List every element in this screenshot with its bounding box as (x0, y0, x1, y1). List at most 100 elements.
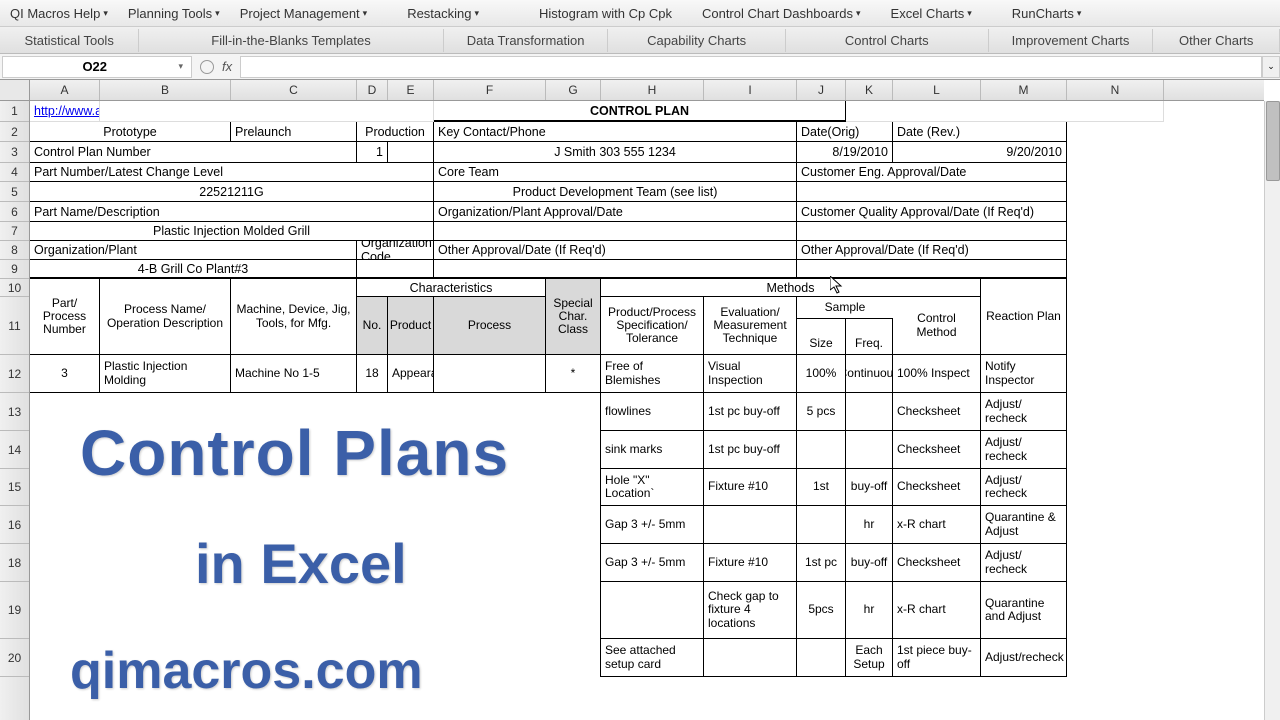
col-header-N[interactable]: N (1067, 80, 1164, 100)
cell-production[interactable]: Production (357, 122, 434, 142)
row-header-16[interactable]: 16 (0, 506, 29, 544)
th-special[interactable]: Special Char. Class (546, 279, 601, 355)
cell[interactable] (434, 506, 546, 544)
cell[interactable]: Fixture #10 (704, 544, 797, 582)
cell[interactable]: Quarantine & Adjust (981, 506, 1067, 544)
cell[interactable] (30, 393, 100, 431)
row-header-10[interactable]: 10 (0, 279, 29, 297)
cell[interactable] (797, 222, 1067, 241)
cell[interactable]: Adjust/ recheck (981, 544, 1067, 582)
col-header-I[interactable]: I (704, 80, 797, 100)
col-header-G[interactable]: G (546, 80, 601, 100)
cell[interactable] (357, 582, 388, 639)
cell-custqual[interactable]: Customer Quality Approval/Date (If Req'd… (797, 202, 1067, 222)
cell[interactable]: buy-off (846, 544, 893, 582)
cell[interactable] (388, 469, 434, 506)
cell[interactable] (231, 582, 357, 639)
cell[interactable] (434, 222, 797, 241)
cell[interactable]: flowlines (601, 393, 704, 431)
cell[interactable] (388, 431, 434, 469)
cell[interactable] (434, 393, 546, 431)
row-header-7[interactable]: 7 (0, 222, 29, 241)
cell[interactable] (846, 431, 893, 469)
col-header-F[interactable]: F (434, 80, 546, 100)
cell[interactable]: Fixture #10 (704, 469, 797, 506)
row-header-3[interactable]: 3 (0, 142, 29, 163)
cell[interactable]: Each Setup (846, 639, 893, 677)
cell-characteristics[interactable]: Characteristics (357, 279, 546, 297)
cell[interactable]: hr (846, 582, 893, 639)
cell[interactable] (30, 506, 100, 544)
cell[interactable]: 1st pc buy-off (704, 393, 797, 431)
cell[interactable]: Continuous (846, 355, 893, 393)
cell[interactable] (231, 639, 357, 677)
cell[interactable]: Free of Blemishes (601, 355, 704, 393)
cell[interactable] (546, 639, 601, 677)
cell-orgplantapp[interactable]: Organization/Plant Approval/Date (434, 202, 797, 222)
row-header-13[interactable]: 13 (0, 393, 29, 431)
menu-restacking[interactable]: Restacking▾ (397, 2, 489, 25)
cell[interactable]: Adjust/ recheck (981, 431, 1067, 469)
cell[interactable] (100, 431, 231, 469)
cell-daterev[interactable]: Date (Rev.) (893, 122, 1067, 142)
col-header-H[interactable]: H (601, 80, 704, 100)
col-header-L[interactable]: L (893, 80, 981, 100)
col-header-E[interactable]: E (388, 80, 434, 100)
vertical-scrollbar[interactable] (1264, 101, 1280, 720)
scrollbar-thumb[interactable] (1266, 101, 1280, 181)
cell[interactable]: 1st (797, 469, 846, 506)
cell[interactable]: Notify Inspector (981, 355, 1067, 393)
row-header-12[interactable]: 12 (0, 355, 29, 393)
cell[interactable] (388, 639, 434, 677)
cell[interactable] (434, 355, 546, 393)
cell-cpn-val[interactable]: 1 (357, 142, 388, 163)
cell[interactable] (434, 260, 797, 279)
cell[interactable]: 100% Inspect (893, 355, 981, 393)
cell[interactable] (434, 431, 546, 469)
cell[interactable] (30, 582, 100, 639)
cell[interactable] (100, 544, 231, 582)
cell[interactable]: Gap 3 +/- 5mm (601, 506, 704, 544)
cell-daterev-val[interactable]: 9/20/2010 (893, 142, 1067, 163)
cell[interactable] (231, 431, 357, 469)
cell-keycontact[interactable]: Key Contact/Phone (434, 122, 797, 142)
cell-custeng[interactable]: Customer Eng. Approval/Date (797, 163, 1067, 182)
row-header-11[interactable]: 11 (0, 297, 29, 355)
group-capability-charts[interactable]: Capability Charts (608, 29, 785, 52)
cell[interactable] (388, 393, 434, 431)
row-header-9[interactable]: 9 (0, 260, 29, 279)
group-control-charts[interactable]: Control Charts (786, 29, 989, 52)
name-box[interactable]: O22 ▾ (2, 56, 192, 78)
cell[interactable] (434, 582, 546, 639)
cell-dateorig-val[interactable]: 8/19/2010 (797, 142, 893, 163)
cell-prelaunch[interactable]: Prelaunch (231, 122, 357, 142)
cell[interactable] (797, 431, 846, 469)
cell[interactable] (546, 582, 601, 639)
cell[interactable] (388, 582, 434, 639)
cell[interactable] (846, 393, 893, 431)
menu-control-chart-dashboards[interactable]: Control Chart Dashboards▾ (692, 2, 871, 25)
menu-runcharts[interactable]: RunCharts▾ (1002, 2, 1092, 25)
formula-input[interactable] (240, 56, 1262, 78)
cell[interactable] (357, 544, 388, 582)
cell[interactable] (388, 544, 434, 582)
cell[interactable] (30, 469, 100, 506)
col-header-M[interactable]: M (981, 80, 1067, 100)
cell[interactable] (704, 639, 797, 677)
row-header-2[interactable]: 2 (0, 122, 29, 142)
cell[interactable]: Quarantine and Adjust (981, 582, 1067, 639)
cell[interactable] (546, 506, 601, 544)
cell[interactable] (100, 639, 231, 677)
cell-partname-val[interactable]: Plastic Injection Molded Grill (30, 222, 434, 241)
cell[interactable] (30, 431, 100, 469)
row-header-19[interactable]: 19 (0, 582, 29, 639)
cell[interactable]: Gap 3 +/- 5mm (601, 544, 704, 582)
cell[interactable] (546, 393, 601, 431)
cell[interactable] (797, 182, 1067, 202)
th-process[interactable]: Process (434, 297, 546, 355)
cell[interactable]: x-R chart (893, 506, 981, 544)
cell[interactable] (100, 469, 231, 506)
cell[interactable]: 18 (357, 355, 388, 393)
cell[interactable]: x-R chart (893, 582, 981, 639)
th-partnum[interactable]: Part/ Process Number (30, 279, 100, 355)
